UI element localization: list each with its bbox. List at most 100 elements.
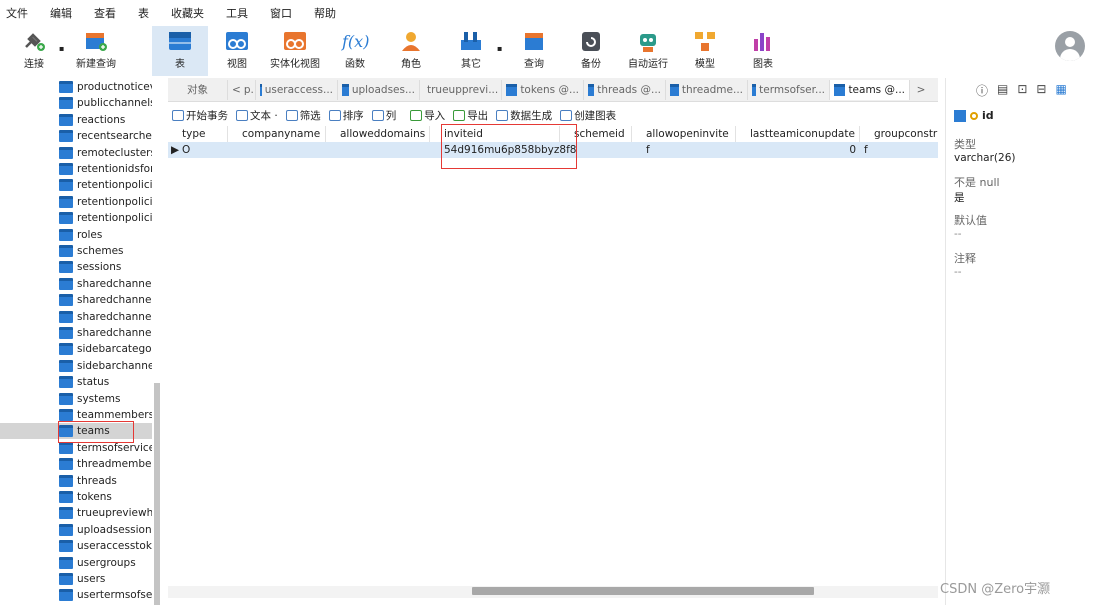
tab-tokens[interactable]: tokens @...: [502, 79, 584, 100]
tree-item-publicchannels[interactable]: publicchannels: [0, 95, 152, 111]
tree-item-usergroups[interactable]: usergroups: [0, 555, 152, 571]
tree-item-sidebarcategor[interactable]: sidebarcategor: [0, 341, 152, 357]
cell-alloweddomains[interactable]: [326, 142, 340, 158]
relations-icon[interactable]: ⊟: [1036, 82, 1046, 99]
table-icon: [670, 83, 679, 96]
column-header-allowopeninvite[interactable]: allowopeninvite: [632, 126, 736, 142]
table-icon: [59, 458, 73, 471]
connect-button[interactable]: 连接: [14, 26, 54, 76]
cell-allowopeninvite[interactable]: f: [632, 142, 650, 158]
tab-threads[interactable]: threads @...: [584, 79, 666, 100]
tree-item-retentionpolicie[interactable]: retentionpolicie: [0, 210, 152, 226]
automation-button[interactable]: 自动运行: [624, 26, 672, 76]
role-button[interactable]: 角色: [392, 26, 430, 76]
tree-item-productnoticev[interactable]: productnoticev: [0, 79, 152, 95]
ddl-icon[interactable]: ▤: [997, 82, 1008, 99]
column-header-companyname[interactable]: companyname: [228, 126, 326, 142]
tab-uploadsessions[interactable]: uploadses...: [338, 79, 420, 100]
chart-button[interactable]: 图表: [744, 26, 782, 76]
tree-item-useraccesstoke[interactable]: useraccesstoke: [0, 538, 152, 554]
tree-item-roles[interactable]: roles: [0, 227, 152, 243]
new-query-button[interactable]: 新建查询: [72, 26, 120, 76]
tree-item-usertermsofser[interactable]: usertermsofser: [0, 587, 152, 603]
tree-item-sessions[interactable]: sessions: [0, 259, 152, 275]
tree-item-sharedchannelu[interactable]: sharedchannelu: [0, 325, 152, 341]
tree-item-uploadsessions[interactable]: uploadsessions: [0, 522, 152, 538]
horizontal-scrollbar-thumb[interactable]: [472, 587, 814, 595]
cell-lastteamiconupdate[interactable]: 0: [736, 142, 860, 158]
tab-teams[interactable]: teams @...: [830, 79, 910, 100]
columns-button[interactable]: 列: [371, 108, 396, 123]
query-button[interactable]: 查询: [515, 26, 553, 76]
sort-button[interactable]: 排序: [328, 108, 364, 123]
tab-threadmembers[interactable]: threadme...: [666, 79, 748, 100]
tab-scroll-right[interactable]: >: [910, 80, 932, 100]
menu-help[interactable]: 帮助: [314, 5, 336, 21]
er-diagram-icon[interactable]: ⊡: [1017, 82, 1027, 99]
column-header-groupconstr[interactable]: groupconstr: [860, 126, 938, 142]
menu-edit[interactable]: 编辑: [50, 5, 72, 21]
tree-item-users[interactable]: users: [0, 571, 152, 587]
tree-item-tokens[interactable]: tokens: [0, 489, 152, 505]
tree-item-sidebarchannel[interactable]: sidebarchannel: [0, 358, 152, 374]
cell-type[interactable]: O: [168, 142, 190, 158]
import-button[interactable]: 导入: [410, 108, 445, 123]
column-header-alloweddomains[interactable]: alloweddomains: [326, 126, 430, 142]
model-button[interactable]: 模型: [686, 26, 724, 76]
tree-item-status[interactable]: status: [0, 374, 152, 390]
tree-item-retentionpolicie[interactable]: retentionpolicie: [0, 177, 152, 193]
menu-view[interactable]: 查看: [94, 5, 116, 21]
tree-item-sharedchannels[interactable]: sharedchannels: [0, 309, 152, 325]
table-icon: [59, 491, 73, 503]
menu-favorites[interactable]: 收藏夹: [171, 5, 204, 21]
cell-groupconstr[interactable]: f: [860, 142, 868, 158]
user-icon: [398, 29, 424, 53]
tree-item-sharedchannelr[interactable]: sharedchannelr: [0, 292, 152, 308]
menu-tools[interactable]: 工具: [226, 5, 248, 21]
tab-p[interactable]: <p...: [228, 79, 256, 100]
tree-item-sharedchannela[interactable]: sharedchannela: [0, 276, 152, 292]
tree-item-retentionidsfor[interactable]: retentionidsfor: [0, 161, 152, 177]
tree-item-threads[interactable]: threads: [0, 473, 152, 489]
connect-dropdown-arrow[interactable]: ▪: [59, 44, 64, 53]
tree-item-remoteclusters[interactable]: remoteclusters: [0, 145, 152, 161]
tab-scroll-left[interactable]: <: [232, 84, 241, 96]
materialized-view-button[interactable]: 实体化视图: [266, 26, 324, 76]
function-button[interactable]: f(x) 函数: [336, 26, 374, 76]
info-icon[interactable]: ⓘ: [976, 82, 988, 99]
primary-key-icon: [970, 111, 978, 120]
tree-item-recentsearches[interactable]: recentsearches: [0, 128, 152, 144]
tree-item-trueupreviewhi[interactable]: trueupreviewhi: [0, 505, 152, 521]
other-button[interactable]: 其它: [452, 26, 490, 76]
backup-button[interactable]: 备份: [572, 26, 610, 76]
tree-item-reactions[interactable]: reactions: [0, 112, 152, 128]
view-button[interactable]: 视图: [220, 26, 254, 76]
table-button[interactable]: 表: [152, 26, 208, 76]
tab-trueupreview[interactable]: trueupprevi...: [420, 79, 502, 100]
tab-objects[interactable]: 对象: [168, 79, 228, 100]
create-chart-button[interactable]: 创建图表: [560, 108, 616, 123]
tree-item-label: publicchannels: [77, 97, 152, 110]
field-detail-icon[interactable]: ▦: [1055, 82, 1066, 99]
tab-useraccess[interactable]: useraccess...: [256, 79, 338, 100]
tree-item-retentionpolicie[interactable]: retentionpolicie: [0, 194, 152, 210]
other-dropdown-arrow[interactable]: ▪: [497, 44, 502, 53]
data-generation-button[interactable]: 数据生成: [496, 108, 552, 123]
table-icon: [59, 163, 73, 175]
text-view-button[interactable]: 文本 ·: [236, 108, 278, 123]
menu-window[interactable]: 窗口: [270, 5, 292, 21]
export-button[interactable]: 导出: [453, 108, 488, 123]
avatar[interactable]: [1055, 31, 1085, 61]
menu-file[interactable]: 文件: [6, 5, 28, 21]
menu-table[interactable]: 表: [138, 5, 149, 21]
filter-button[interactable]: 筛选: [285, 108, 321, 123]
tree-item-systems[interactable]: systems: [0, 391, 152, 407]
tab-termsofservice[interactable]: termsofser...: [748, 79, 830, 100]
tree-scrollbar[interactable]: [154, 383, 160, 605]
tree-item-threadmember[interactable]: threadmember: [0, 456, 152, 472]
cell-companyname[interactable]: [228, 142, 242, 158]
tree-item-schemes[interactable]: schemes: [0, 243, 152, 259]
column-header-type[interactable]: type: [168, 126, 228, 142]
begin-transaction-button[interactable]: 开始事务: [172, 108, 228, 123]
column-header-lastteamiconupdate[interactable]: lastteamiconupdate: [736, 126, 860, 142]
